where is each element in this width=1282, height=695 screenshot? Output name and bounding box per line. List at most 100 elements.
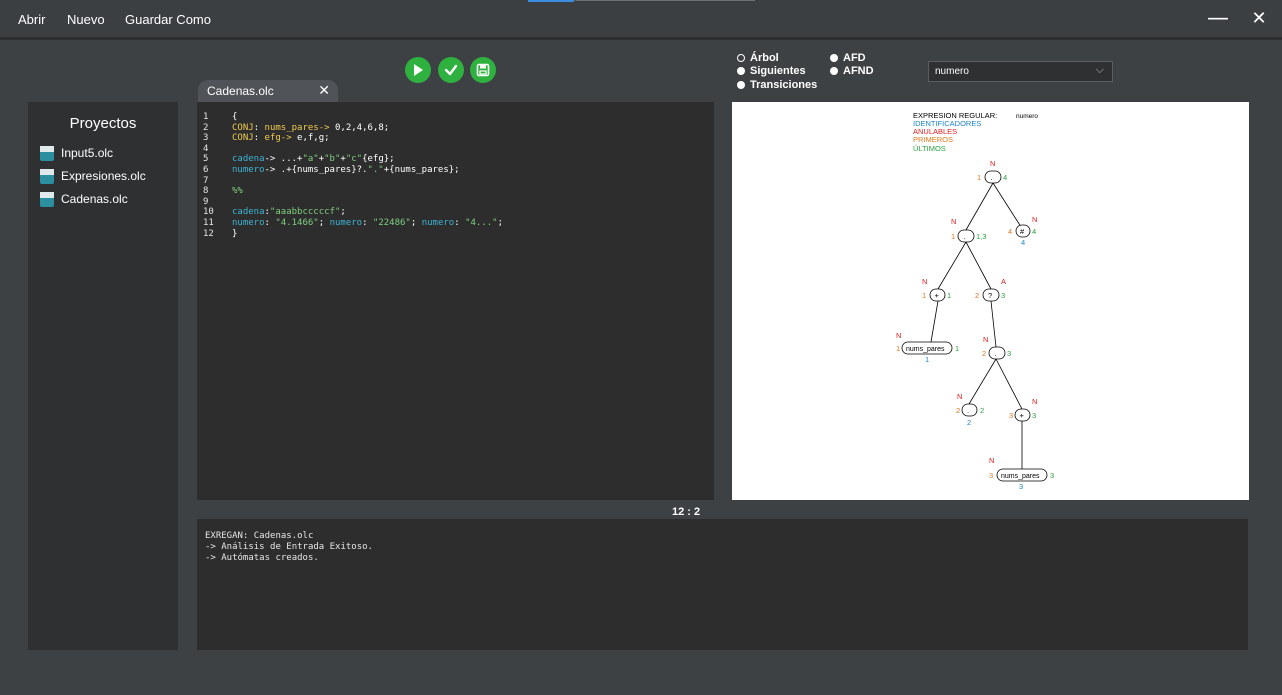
node-label: ? <box>988 291 992 300</box>
close-window-button[interactable]: ✕ <box>1241 4 1277 34</box>
run-button[interactable] <box>405 57 431 83</box>
node-label: . <box>991 173 993 182</box>
tree-node-dotchar: N . 2 2 2 <box>956 392 984 427</box>
node-id: 1 <box>925 355 929 364</box>
node-last: 4 <box>1032 227 1036 236</box>
node-id: 3 <box>1019 482 1023 491</box>
line-number: 1 <box>203 112 209 122</box>
legend-primeros: PRIMEROS <box>913 135 953 144</box>
node-label: . <box>964 232 966 241</box>
node-nullable: N <box>922 277 927 286</box>
radio-transiciones[interactable]: Transiciones <box>737 79 817 91</box>
line-number: 4 <box>203 143 209 154</box>
line-number: 9 <box>203 196 209 207</box>
node-first: 4 <box>1008 227 1012 236</box>
node-last: 1 <box>955 344 959 353</box>
line-number: 11 <box>203 217 214 228</box>
node-first: 2 <box>982 349 986 358</box>
node-last: 1 <box>947 291 951 300</box>
play-icon <box>414 64 423 76</box>
code-content[interactable]: { CONJ: nums_pares-> 0,2,4,6,8; CONJ: ef… <box>232 112 503 239</box>
radio-afd[interactable]: AFD <box>830 52 866 64</box>
legend-ultimos: ÚLTIMOS <box>913 144 946 153</box>
console-line: EXREGAN: Cadenas.olc <box>205 531 314 541</box>
node-label: . <box>967 406 969 415</box>
title-bar: Abrir Nuevo Guardar Como — ✕ <box>0 0 1282 40</box>
tree-node-plus2: N + 3 3 <box>1009 397 1037 422</box>
node-last: 3 <box>1007 349 1011 358</box>
tab-label: Cadenas.olc <box>207 84 274 98</box>
tab-cadenas[interactable]: Cadenas.olc ✕ <box>198 80 338 102</box>
radio-afnd[interactable]: AFND <box>830 65 874 77</box>
tree-node-plus1: N + 1 1 <box>922 277 951 302</box>
radio-label: Siguientes <box>750 65 806 77</box>
sidebar-item-cadenas[interactable]: Cadenas.olc <box>40 190 128 208</box>
sidebar-item-label: Expresiones.olc <box>61 169 146 183</box>
sidebar-title: Proyectos <box>69 115 137 132</box>
node-id: 2 <box>967 418 971 427</box>
radio-selected-icon <box>737 81 745 89</box>
node-last: 3 <box>1050 471 1054 480</box>
accent-line <box>528 0 574 2</box>
accent-line-gray <box>575 0 755 1</box>
tree-node-hash: N # 4 4 4 <box>1008 215 1037 247</box>
menu-new[interactable]: Nuevo <box>67 12 105 27</box>
node-first: 2 <box>975 291 979 300</box>
tree-node-opt: A ? 2 3 <box>975 277 1006 302</box>
sidebar-item-expresiones[interactable]: Expresiones.olc <box>40 167 146 185</box>
sidebar-item-label: Input5.olc <box>61 146 114 160</box>
radio-label: Árbol <box>750 52 779 64</box>
node-label: nums_pares <box>1001 473 1040 480</box>
close-icon: ✕ <box>1251 8 1267 29</box>
radio-siguientes[interactable]: Siguientes <box>737 65 806 77</box>
tree-node-dot2: N . 1 1,3 <box>951 217 986 243</box>
radio-unselected-icon <box>737 54 745 62</box>
tree-canvas: EXPRESION REGULAR: numero IDENTIFICADORE… <box>732 102 1249 500</box>
menu-save-as[interactable]: Guardar Como <box>125 12 211 27</box>
legend-title-value: numero <box>1016 113 1038 120</box>
file-icon <box>40 145 54 161</box>
sidebar-item-input5[interactable]: Input5.olc <box>40 144 113 162</box>
node-nullable: N <box>1032 397 1037 406</box>
select-value: numero <box>935 66 969 77</box>
tree-node-dot3: N . 2 3 <box>982 335 1011 360</box>
radio-selected-icon <box>830 54 838 62</box>
radio-label: AFD <box>843 52 866 64</box>
node-first: 3 <box>1009 411 1013 420</box>
node-last: 3 <box>1001 291 1005 300</box>
line-number: 10 <box>203 207 214 218</box>
tab-close-icon[interactable]: ✕ <box>318 82 330 99</box>
node-label: + <box>1020 411 1025 420</box>
tree-node-root: N . 1 4 <box>977 159 1007 184</box>
console-line: -> Autómatas creados. <box>205 553 319 563</box>
file-icon <box>40 191 54 207</box>
projects-sidebar: Proyectos Input5.olc Expresiones.olc Cad… <box>28 102 178 650</box>
node-nullable: N <box>957 392 962 401</box>
radio-selected-icon <box>830 67 838 75</box>
tree-node-leaf1: N nums_pares 1 1 1 <box>896 331 959 364</box>
node-first: 1 <box>951 232 955 241</box>
node-nullable: N <box>1032 215 1037 224</box>
expression-select[interactable]: numero ⌵ <box>928 61 1113 82</box>
line-number: 7 <box>203 175 209 186</box>
node-label: . <box>995 349 997 358</box>
code-editor[interactable]: 1 2 3 4 5 6 7 8 9 10 11 12 { CONJ: nums_… <box>197 102 714 500</box>
minimize-button[interactable]: — <box>1200 4 1236 34</box>
node-nullable: N <box>951 217 956 226</box>
node-label: + <box>935 291 940 300</box>
tree-node-leaf3: N nums_pares 3 3 3 <box>989 456 1054 491</box>
node-first: 1 <box>896 344 900 353</box>
syntax-tree-svg: EXPRESION REGULAR: numero IDENTIFICADORE… <box>896 111 1054 491</box>
node-id: 4 <box>1021 238 1025 247</box>
chevron-down-icon: ⌵ <box>1095 64 1104 76</box>
menu-open[interactable]: Abrir <box>18 12 45 27</box>
node-nullable: N <box>983 335 988 344</box>
line-number: 8 <box>203 186 209 197</box>
radio-arbol[interactable]: Árbol <box>737 52 779 64</box>
save-button[interactable] <box>470 57 496 83</box>
check-button[interactable] <box>438 57 464 83</box>
check-icon <box>444 64 458 76</box>
cursor-position: 12 : 2 <box>672 506 701 518</box>
node-nullable: A <box>1001 277 1006 286</box>
console-output: EXREGAN: Cadenas.olc -> Análisis de Entr… <box>197 519 1248 650</box>
